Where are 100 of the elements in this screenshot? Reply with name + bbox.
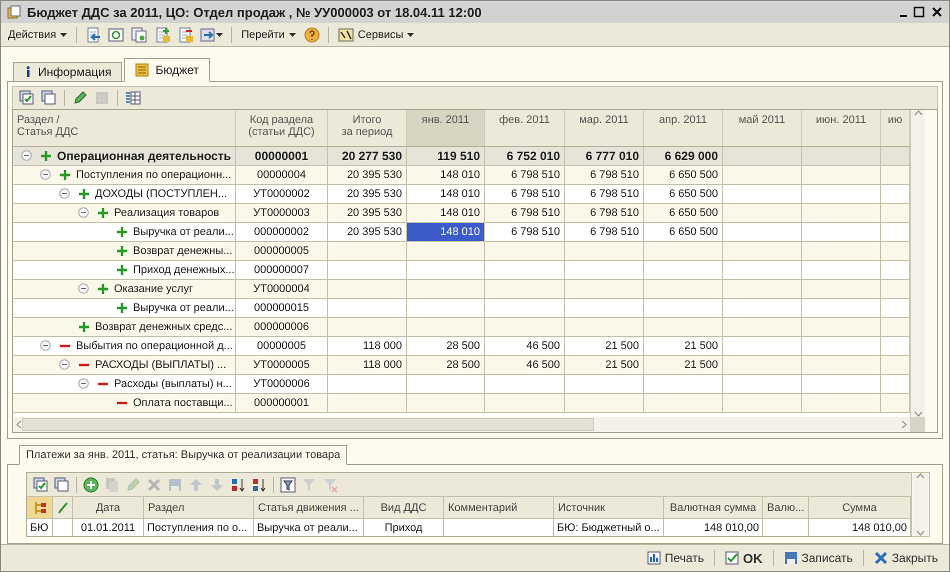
- table-cell[interactable]: 6 650 500: [644, 184, 723, 203]
- table-cell[interactable]: 6 629 000: [644, 146, 723, 165]
- column-header[interactable]: Комментарий: [444, 497, 554, 518]
- toolbar-button[interactable]: [278, 474, 298, 494]
- toolbar-button[interactable]: [302, 24, 322, 44]
- row-label: Возврат денежных средс...: [95, 320, 232, 333]
- table-cell: 118 000: [328, 336, 407, 355]
- table-cell: УТ0000006: [236, 374, 328, 393]
- collapse-icon[interactable]: [78, 283, 89, 294]
- table-cell: Выручка от реали...: [254, 519, 364, 536]
- vertical-scrollbar[interactable]: [911, 472, 930, 537]
- table-cell[interactable]: 6 752 010: [485, 146, 565, 165]
- document-icon: [7, 5, 21, 19]
- row-label: Приход денежных...: [133, 264, 235, 276]
- table-cell[interactable]: 6 798 510: [565, 184, 644, 203]
- table-cell[interactable]: 46 500: [485, 336, 565, 355]
- table-cell[interactable]: 21 500: [644, 336, 723, 355]
- column-header[interactable]: Раздел: [144, 497, 254, 518]
- toolbar-button[interactable]: [129, 24, 150, 44]
- table-cell[interactable]: 21 500: [565, 336, 644, 355]
- footer-button[interactable]: Печать: [642, 549, 709, 567]
- scrollbar-thumb[interactable]: [22, 418, 594, 431]
- table-cell[interactable]: 28 500: [407, 336, 485, 355]
- table-cell[interactable]: 6 798 510: [565, 166, 644, 184]
- toolbar-button[interactable]: [81, 474, 101, 494]
- caret-icon: [60, 32, 68, 36]
- column-header[interactable]: янв. 2011: [407, 110, 485, 146]
- column-header[interactable]: фев. 2011: [485, 110, 565, 146]
- table-cell[interactable]: 21 500: [565, 356, 644, 374]
- table-cell: 20 395 530: [328, 184, 407, 203]
- maximize-icon: [913, 6, 925, 18]
- caret-icon: [288, 32, 296, 36]
- collapse-icon[interactable]: [40, 340, 51, 352]
- scroll-up-icon: [916, 473, 925, 479]
- chart-icon: [646, 551, 661, 565]
- table-cell[interactable]: 6 798 510: [485, 166, 565, 184]
- table-cell[interactable]: 6 798 510: [565, 222, 644, 241]
- collapse-icon[interactable]: [59, 359, 70, 370]
- table-cell[interactable]: 6 798 510: [565, 204, 644, 222]
- menu-button[interactable]: Сервисы: [334, 24, 418, 44]
- table-cell: 20 395 530: [328, 166, 407, 184]
- column-header[interactable]: Статья движения ...: [254, 497, 364, 518]
- row-label: РАСХОДЫ (ВЫПЛАТЫ) ...: [95, 358, 226, 371]
- menu-button[interactable]: Перейти: [238, 26, 299, 42]
- table-cell[interactable]: 148 010: [407, 204, 485, 222]
- footer-button[interactable]: OK: [720, 548, 768, 568]
- column-header[interactable]: мар. 2011: [565, 110, 644, 146]
- table-cell[interactable]: 119 510: [407, 146, 485, 165]
- column-header[interactable]: Вид ДДС: [364, 497, 444, 518]
- table-cell: Приход: [364, 519, 444, 536]
- column-header[interactable]: май 2011: [723, 110, 802, 146]
- table-cell[interactable]: 6 650 500: [644, 222, 723, 241]
- table-cell[interactable]: 148 010: [407, 166, 485, 184]
- table-cell[interactable]: 6 798 510: [485, 222, 565, 241]
- column-header[interactable]: апр. 2011: [644, 110, 723, 146]
- table-cell[interactable]: 148 010: [407, 222, 485, 241]
- table-cell[interactable]: 6 650 500: [644, 204, 723, 222]
- info-icon: [24, 66, 32, 78]
- collapse-icon[interactable]: [21, 150, 32, 162]
- collapse-icon[interactable]: [78, 207, 89, 218]
- tab[interactable]: Информация: [13, 62, 122, 82]
- hierarchy-icon: [32, 500, 46, 514]
- table-cell: БЮ: Бюджетный о...: [554, 519, 664, 536]
- row-label: ДОХОДЫ (ПОСТУПЛЕН...: [95, 188, 228, 200]
- row-label: Операционная деятельность: [57, 148, 232, 163]
- tab[interactable]: Бюджет: [124, 58, 210, 82]
- collapse-icon[interactable]: [40, 169, 51, 180]
- footer-button[interactable]: Записать: [778, 549, 858, 567]
- horizontal-scrollbar[interactable]: [13, 416, 910, 432]
- table-cell: 000000005: [236, 242, 328, 260]
- minimize-icon: [900, 15, 907, 17]
- column-header[interactable]: Источник: [554, 497, 664, 518]
- table-cell[interactable]: 6 777 010: [565, 146, 644, 165]
- close-icon: [874, 551, 888, 565]
- column-header[interactable]: Валютная сумма: [664, 497, 763, 518]
- column-header[interactable]: Раздел / Статья ДДС: [13, 110, 236, 146]
- menu-button[interactable]: Действия: [5, 26, 70, 42]
- table-cell[interactable]: 6 798 510: [485, 184, 565, 203]
- footer-button[interactable]: Закрыть: [868, 549, 943, 567]
- tab[interactable]: Платежи за янв. 2011, статья: Выручка от реализации товара: [19, 445, 348, 465]
- table-cell[interactable]: 6 798 510: [485, 204, 565, 222]
- delete-icon: [146, 476, 162, 492]
- table-cell: 118 000: [328, 356, 407, 374]
- table-cell[interactable]: 148 010: [407, 184, 485, 203]
- table-cell[interactable]: 6 650 500: [644, 166, 723, 184]
- vertical-scrollbar[interactable]: [910, 110, 925, 417]
- table-cell[interactable]: 46 500: [485, 356, 565, 374]
- collapse-icon[interactable]: [59, 188, 70, 200]
- column-header[interactable]: Дата: [73, 497, 144, 518]
- up-arrow-icon: [188, 476, 204, 492]
- column-header[interactable]: июн. 2011: [802, 110, 881, 146]
- table-cell[interactable]: 21 500: [644, 356, 723, 374]
- down-arrow-icon: [209, 476, 225, 492]
- column-header[interactable]: Код раздела (статьи ДДС): [236, 110, 328, 146]
- collapse-icon[interactable]: [78, 378, 89, 390]
- table-cell[interactable]: 28 500: [407, 356, 485, 374]
- uncheck-all-icon: [41, 90, 57, 106]
- row-label: Реализация товаров: [114, 206, 220, 219]
- column-header[interactable]: Валю...: [763, 497, 809, 518]
- table-cell: 000000006: [236, 318, 328, 336]
